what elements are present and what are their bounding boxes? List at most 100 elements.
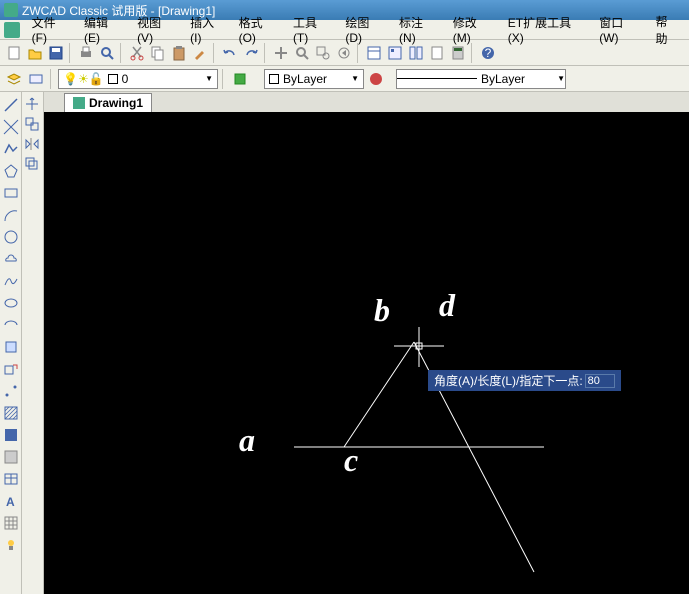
paste-button[interactable] (169, 43, 189, 63)
zoom-window-button[interactable] (313, 43, 333, 63)
preview-icon (99, 45, 115, 61)
help-button[interactable]: ? (478, 43, 498, 63)
color-label: ByLayer (283, 72, 327, 86)
tab-label: Drawing1 (89, 96, 143, 110)
mod-4[interactable] (22, 154, 42, 174)
mod-2[interactable] (22, 114, 42, 134)
annotation-d: d (439, 287, 455, 324)
bulb-icon: 💡 (63, 72, 78, 86)
layer-state-icon (28, 71, 44, 87)
hatch-icon (3, 405, 19, 421)
grid-icon (3, 515, 19, 531)
table-tool[interactable] (1, 469, 21, 489)
drawing-canvas[interactable]: a b c d 角度(A)/长度(L)/指定下一点: (44, 112, 689, 594)
gradient-tool[interactable] (1, 425, 21, 445)
iso-icon (232, 71, 248, 87)
zoom-icon (294, 45, 310, 61)
calc-button[interactable] (448, 43, 468, 63)
copy-button[interactable] (148, 43, 168, 63)
line-tool[interactable] (1, 95, 21, 115)
print-icon (78, 45, 94, 61)
grid-tool[interactable] (1, 513, 21, 533)
circle-icon (3, 229, 19, 245)
gradient-icon (3, 427, 19, 443)
point-tool[interactable] (1, 381, 21, 401)
menu-help[interactable]: 帮助 (650, 11, 685, 49)
calc-icon (450, 45, 466, 61)
cut-button[interactable] (127, 43, 147, 63)
help-icon: ? (480, 45, 496, 61)
redo-button[interactable] (241, 43, 261, 63)
zoom-rt-button[interactable] (292, 43, 312, 63)
insert-block-tool[interactable] (1, 337, 21, 357)
layer-manager-button[interactable] (4, 69, 24, 89)
ellipse-icon (3, 295, 19, 311)
ellipse-tool[interactable] (1, 293, 21, 313)
zoom-prev-button[interactable] (334, 43, 354, 63)
properties-button[interactable] (364, 43, 384, 63)
dynamic-input-tooltip: 角度(A)/长度(L)/指定下一点: (428, 370, 621, 391)
undo-button[interactable] (220, 43, 240, 63)
redo-icon (243, 45, 259, 61)
polygon-tool[interactable] (1, 161, 21, 181)
hatch-tool[interactable] (1, 403, 21, 423)
spline-tool[interactable] (1, 271, 21, 291)
ellipse-arc-icon (3, 317, 19, 333)
svg-text:A: A (6, 495, 15, 509)
ellipse-arc-tool[interactable] (1, 315, 21, 335)
linetype-combo[interactable]: ByLayer ▼ (396, 69, 566, 89)
sheet-button[interactable] (427, 43, 447, 63)
circle-tool[interactable] (1, 227, 21, 247)
arc-tool[interactable] (1, 205, 21, 225)
light-icon (3, 537, 19, 553)
chevron-down-icon: ▼ (351, 74, 359, 83)
layer-iso-button[interactable] (230, 69, 250, 89)
tool-palettes-button[interactable] (406, 43, 426, 63)
layer-combo[interactable]: 💡 ☀ 🔓 0 ▼ (58, 69, 218, 89)
region-tool[interactable] (1, 447, 21, 467)
open-icon (27, 45, 43, 61)
zoom-prev-icon (336, 45, 352, 61)
move-icon (24, 96, 40, 112)
layer-prev-button[interactable] (26, 69, 46, 89)
brush-icon (192, 45, 208, 61)
polyline-tool[interactable] (1, 139, 21, 159)
copy2-icon (24, 116, 40, 132)
match-button[interactable] (190, 43, 210, 63)
save-icon (48, 45, 64, 61)
draw-toolbar: A (0, 92, 22, 594)
rectangle-tool[interactable] (1, 183, 21, 203)
xline-tool[interactable] (1, 117, 21, 137)
new-button[interactable] (4, 43, 24, 63)
pan-button[interactable] (271, 43, 291, 63)
sheet-icon (429, 45, 445, 61)
mod-3[interactable] (22, 134, 42, 154)
preview-button[interactable] (97, 43, 117, 63)
offset-icon (24, 156, 40, 172)
light-tool[interactable] (1, 535, 21, 555)
tab-drawing1[interactable]: Drawing1 (64, 93, 152, 112)
print-button[interactable] (76, 43, 96, 63)
make-block-tool[interactable] (1, 359, 21, 379)
line-preview-icon (397, 78, 477, 79)
design-center-button[interactable] (385, 43, 405, 63)
rectangle-icon (3, 185, 19, 201)
line-icon (3, 97, 19, 113)
color-combo[interactable]: ByLayer ▼ (264, 69, 364, 89)
prompt-input[interactable] (585, 374, 615, 388)
mod-1[interactable] (22, 94, 42, 114)
dwg-icon (73, 97, 85, 109)
region-icon (3, 449, 19, 465)
svg-text:?: ? (485, 46, 492, 60)
annotation-a: a (239, 422, 255, 459)
copy-icon (150, 45, 166, 61)
menu-et[interactable]: ET扩展工具(X) (502, 12, 591, 47)
mtext-tool[interactable]: A (1, 491, 21, 511)
menu-window[interactable]: 窗口(W) (593, 12, 647, 47)
revcloud-tool[interactable] (1, 249, 21, 269)
properties-icon (366, 45, 382, 61)
save-button[interactable] (46, 43, 66, 63)
mirror-icon (24, 136, 40, 152)
open-button[interactable] (25, 43, 45, 63)
color-dialog-button[interactable] (366, 69, 386, 89)
